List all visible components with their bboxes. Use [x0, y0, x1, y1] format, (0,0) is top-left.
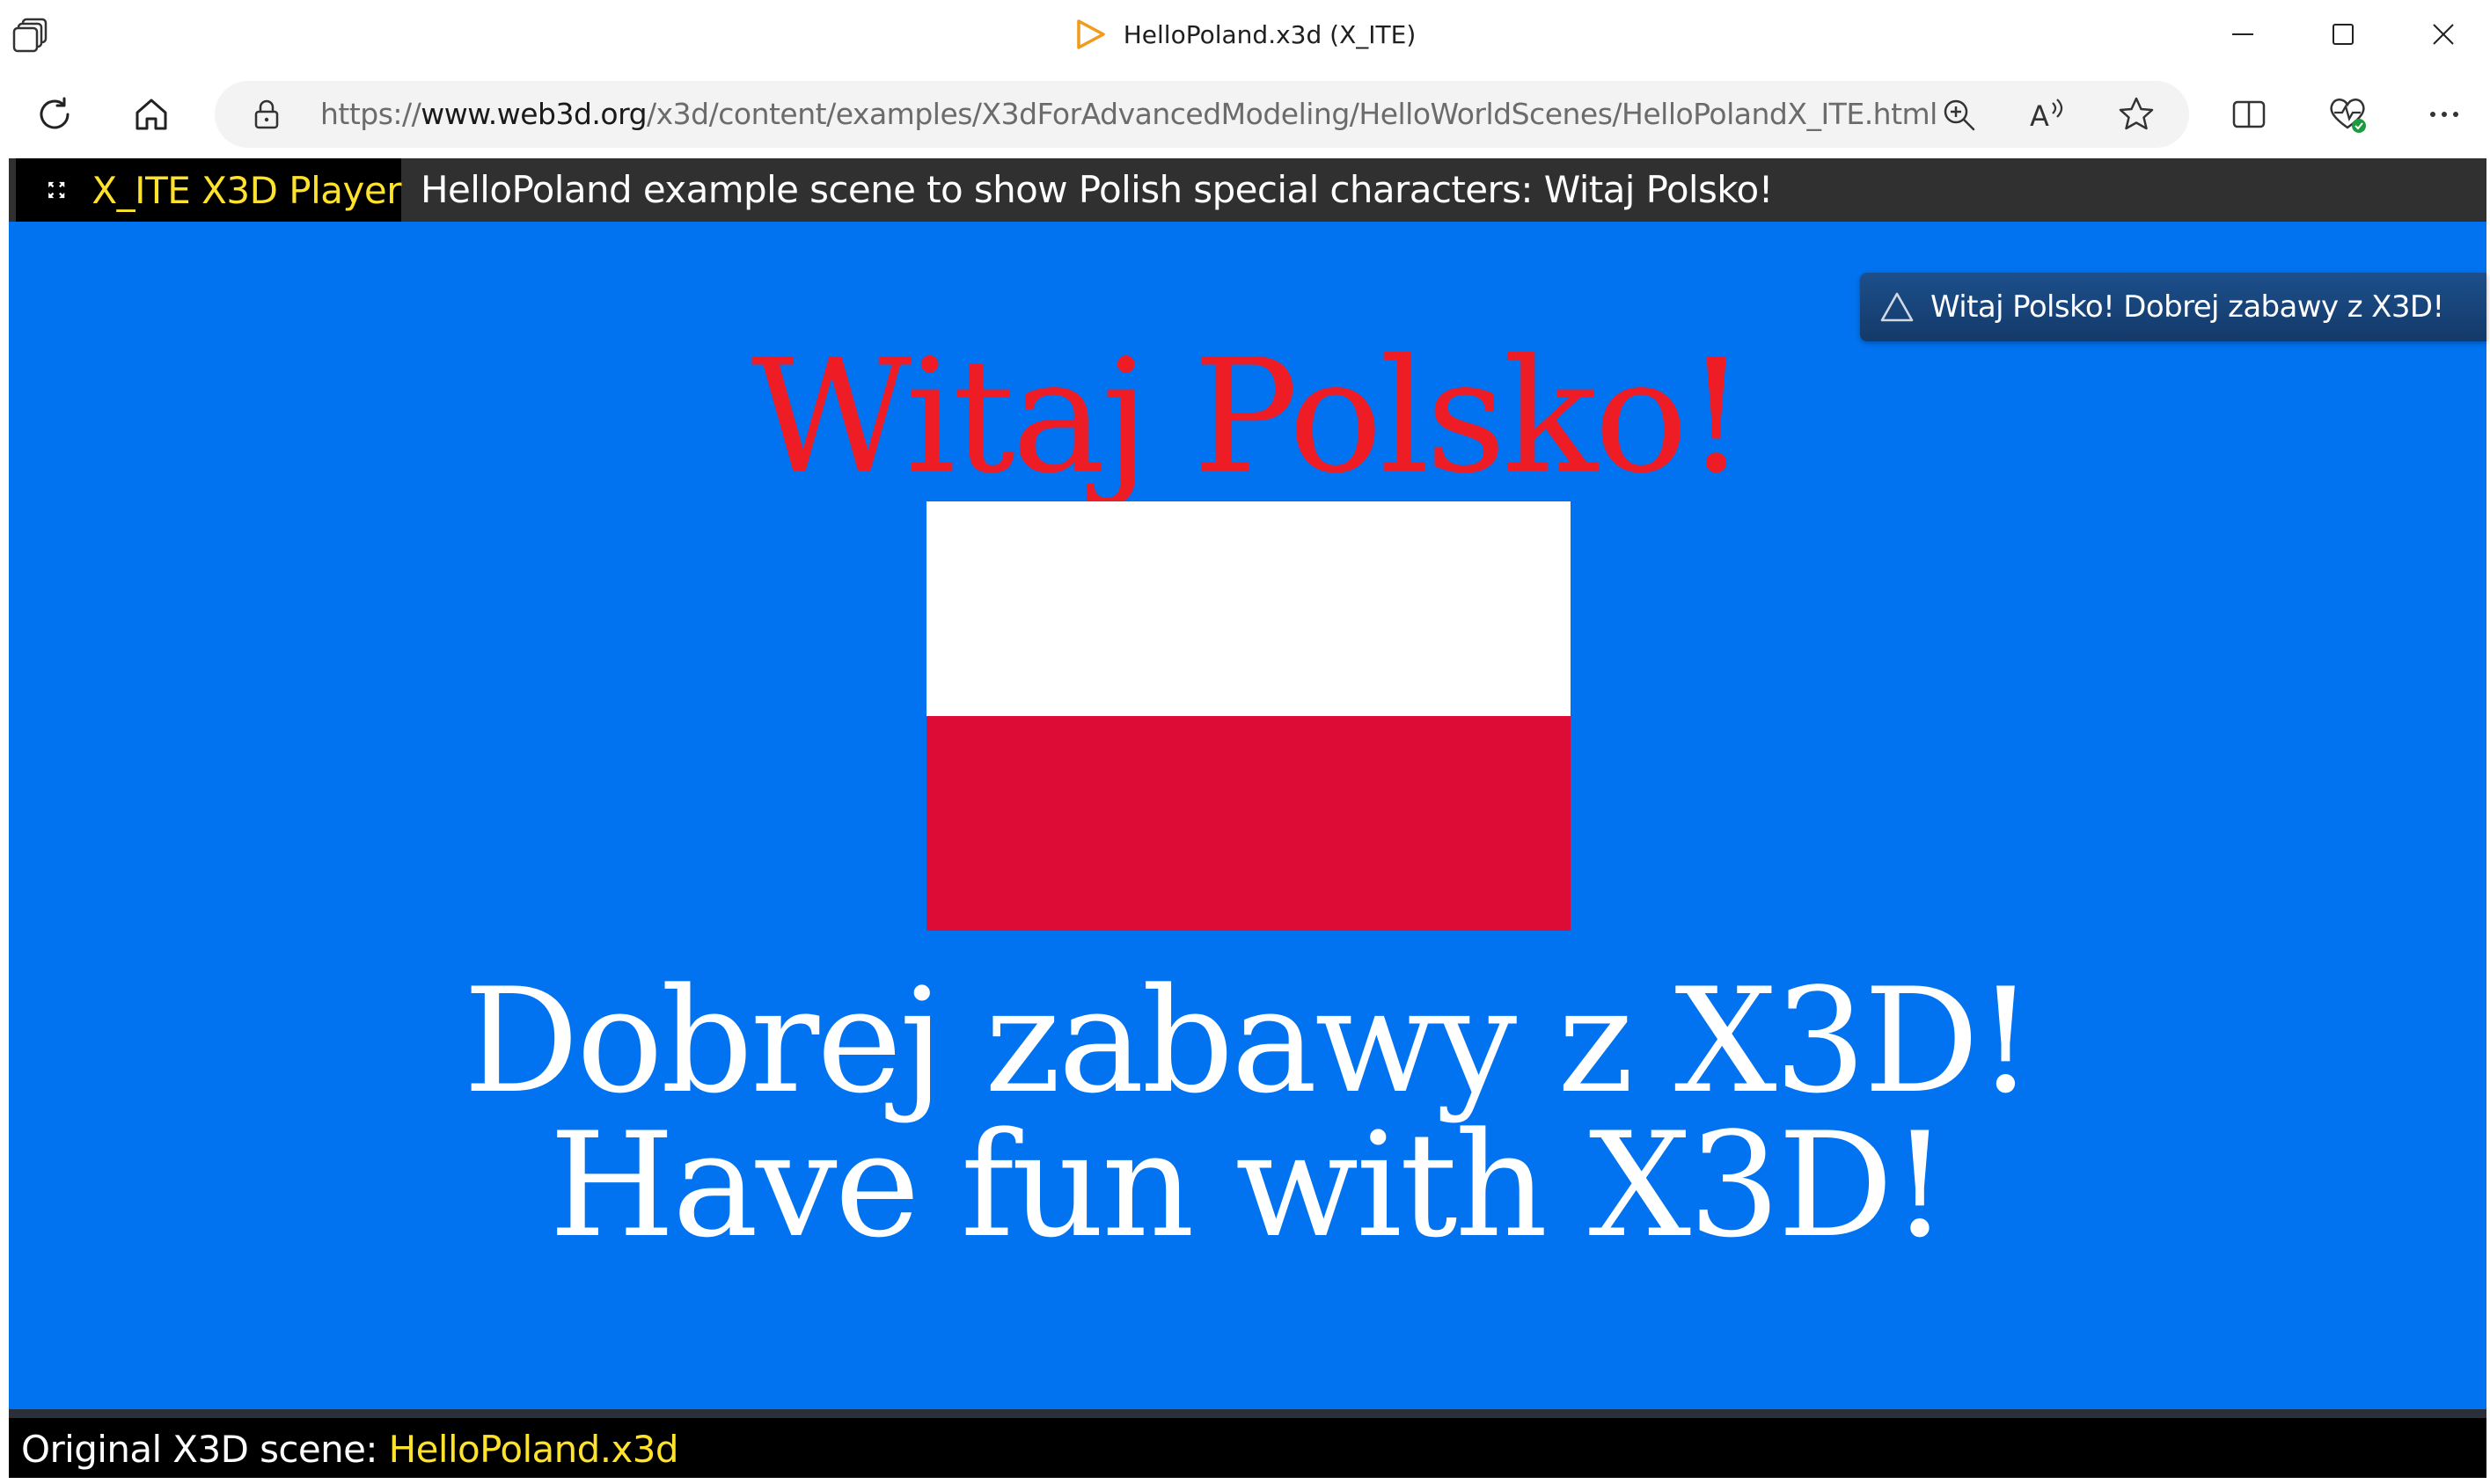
maximize-icon [2333, 24, 2354, 45]
url-text[interactable]: https://www.web3d.org/x3d/content/exampl… [320, 81, 1937, 148]
window-title: HelloPoland.x3d (X_ITE) [1123, 19, 1417, 49]
fullscreen-icon[interactable] [48, 174, 65, 206]
refresh-button[interactable] [23, 83, 86, 146]
player-brand-text: X_ITE X3D Player [92, 168, 401, 212]
browser-essentials-icon [2330, 99, 2366, 133]
browser-toolbar: https://www.web3d.org/x3d/content/exampl… [0, 69, 2490, 158]
url-host: www.web3d.org [421, 97, 648, 131]
notification-text: Witaj Polsko! Dobrej zabawy z X3D! [1930, 289, 2444, 325]
favorite-star-icon [2119, 97, 2154, 130]
more-icon [2430, 112, 2458, 117]
more-options-button[interactable] [2413, 83, 2476, 146]
url-path: /x3d/content/examples/X3dForAdvancedMode… [647, 97, 1937, 131]
tab-actions-icon[interactable] [12, 16, 51, 55]
polish-flag [926, 501, 1571, 931]
address-bar[interactable]: https://www.web3d.org/x3d/content/exampl… [215, 81, 2189, 148]
refresh-icon [40, 97, 70, 129]
flag-red-stripe [926, 716, 1571, 931]
scene-text-dobrej: Dobrej zabawy z X3D! [463, 957, 2035, 1125]
minimize-button[interactable] [2193, 0, 2293, 69]
svg-text:A: A [2030, 99, 2049, 133]
player-header: X_ITE X3D Player HelloPoland example sce… [9, 158, 2486, 222]
xite-play-icon [1077, 19, 1105, 49]
footer-label: Original X3D scene: [21, 1428, 389, 1471]
flag-white-stripe [926, 501, 1571, 716]
player-footer: Original X3D scene: HelloPoland.x3d [9, 1409, 2486, 1478]
home-icon [135, 99, 167, 130]
maximize-button[interactable] [2293, 0, 2393, 69]
scene-description: HelloPoland example scene to show Polish… [421, 168, 1773, 211]
home-button[interactable] [120, 83, 183, 146]
footer-text: Original X3D scene: HelloPoland.x3d [21, 1422, 679, 1478]
zoom-button[interactable] [1937, 93, 1980, 135]
player-brand[interactable]: X_ITE X3D Player [16, 158, 401, 222]
footer-separator [9, 1409, 2486, 1418]
lock-icon[interactable] [250, 98, 283, 131]
close-button[interactable] [2393, 0, 2490, 69]
read-aloud-icon: A [2030, 99, 2063, 133]
original-scene-link[interactable]: HelloPoland.x3d [389, 1428, 679, 1471]
url-scheme: https:// [320, 97, 421, 131]
warning-triangle-icon [1880, 292, 1914, 322]
scene-text-have-fun: Have fun with X3D! [549, 1101, 1949, 1269]
close-icon [2433, 24, 2454, 45]
split-screen-icon [2232, 100, 2266, 128]
zoom-icon [1944, 99, 1975, 131]
minimize-icon [2232, 33, 2253, 35]
browser-essentials-button[interactable] [2316, 83, 2379, 146]
scene-text-witaj: Witaj Polsko! [751, 325, 1748, 508]
split-screen-button[interactable] [2217, 83, 2281, 146]
title-bar: HelloPoland.x3d (X_ITE) [0, 0, 2490, 69]
favorite-button[interactable] [2115, 93, 2157, 135]
x3d-player[interactable]: X_ITE X3D Player HelloPoland example sce… [9, 158, 2486, 1478]
read-aloud-button[interactable]: A [2027, 93, 2069, 135]
